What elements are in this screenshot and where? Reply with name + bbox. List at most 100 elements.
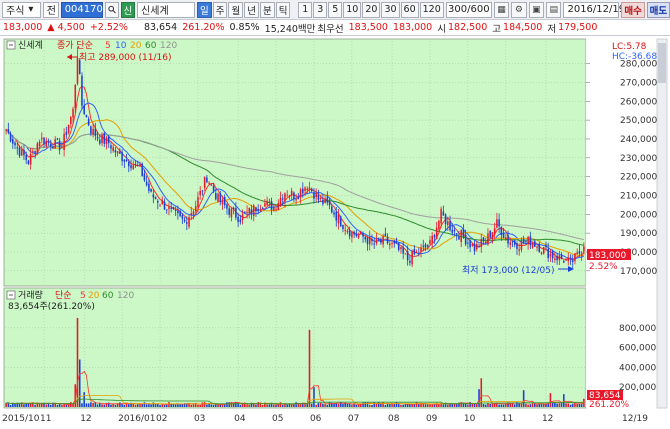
- price-tick-label: 230,000: [620, 154, 657, 164]
- volume-bar: [536, 404, 538, 407]
- candle-body: [574, 253, 576, 262]
- volume-bar: [18, 403, 21, 407]
- candle-body: [404, 253, 407, 255]
- volume-bar: [293, 404, 295, 407]
- volume-bar: [313, 387, 315, 407]
- volume-bar: [357, 404, 360, 407]
- period-tab-4[interactable]: 분: [259, 1, 275, 18]
- interval-button-20[interactable]: 20: [362, 1, 381, 18]
- interval-button-120[interactable]: 120: [419, 1, 444, 18]
- candle-body: [471, 244, 474, 246]
- price-panel[interactable]: [3, 38, 587, 287]
- candle-body: [310, 188, 313, 192]
- volume-bar: [181, 404, 184, 407]
- volume-bar: [571, 403, 574, 407]
- candle-body: [563, 261, 565, 263]
- stock-name-field[interactable]: 신세계: [137, 1, 195, 18]
- legend-ma60: 60: [145, 41, 157, 51]
- volume-bar: [476, 403, 478, 407]
- candle-body: [85, 115, 88, 117]
- search-button[interactable]: [104, 1, 119, 18]
- interval-button-5[interactable]: 5: [328, 1, 343, 18]
- volume-bar: [114, 404, 117, 407]
- candle-body: [232, 207, 235, 210]
- scope-select[interactable]: 전: [42, 1, 59, 18]
- lc-indicator: LC:5.78: [612, 42, 647, 52]
- high-note: 최고 289,000 (11/16): [79, 52, 171, 63]
- legend-ma5: 5: [105, 41, 111, 51]
- candle-body: [136, 164, 139, 166]
- candle-body: [569, 257, 572, 259]
- candle-body: [511, 241, 514, 243]
- candle-body: [498, 219, 500, 227]
- candle-body: [400, 247, 402, 249]
- candle-body: [505, 237, 507, 240]
- price-tick-label: 190,000: [620, 229, 657, 239]
- candle-body: [190, 213, 193, 216]
- candle-body: [110, 145, 112, 149]
- period-tab-0[interactable]: 일: [196, 1, 212, 18]
- low-label: 저: [547, 23, 557, 35]
- stock-chart[interactable]: 170,000180,000190,000200,000210,000220,0…: [0, 37, 670, 429]
- chart-area[interactable]: 170,000 180,000 190,000 200,000 210,000 220,0…: [0, 37, 670, 429]
- volume-bar: [565, 403, 567, 407]
- candle-body: [522, 239, 525, 244]
- candle-body: [462, 228, 465, 237]
- high-price: 184,500: [503, 22, 543, 33]
- volume-bar: [275, 404, 277, 407]
- candle-body: [520, 240, 523, 250]
- interval-button-60[interactable]: 60: [400, 1, 419, 18]
- hc-indicator: HC:-36.68: [612, 52, 657, 62]
- interval-button-30[interactable]: 30: [381, 1, 400, 18]
- scrollbar-thumb[interactable]: [658, 43, 666, 83]
- volume-bar: [447, 404, 449, 407]
- calendar-icon[interactable]: ▤: [546, 1, 562, 18]
- candle-body: [183, 219, 186, 222]
- period-tab-5[interactable]: 틱: [275, 1, 291, 18]
- volume-bar: [203, 402, 206, 407]
- interval-button-3[interactable]: 3: [313, 1, 328, 18]
- settings-icon[interactable]: ⚙: [511, 1, 527, 18]
- candle-body: [295, 199, 297, 201]
- candle-body: [360, 231, 362, 235]
- interval-button-10[interactable]: 10: [343, 1, 362, 18]
- save-icon[interactable]: ▣: [528, 1, 545, 18]
- low-note: 최저 173,000 (12/05): [462, 265, 554, 276]
- period-tab-3[interactable]: 년: [244, 1, 259, 18]
- candle-body: [159, 204, 161, 206]
- candle-body: [455, 233, 458, 235]
- grid-icon[interactable]: ▦: [493, 1, 510, 18]
- volume-bar: [70, 402, 72, 407]
- vertical-scrollbar[interactable]: [656, 38, 668, 409]
- market-select[interactable]: 주식 ▾: [2, 1, 41, 18]
- volume-bar: [157, 403, 159, 407]
- bar-count-field[interactable]: 300/600: [445, 1, 492, 18]
- candle-body: [244, 211, 246, 213]
- candle-body: [351, 232, 353, 238]
- volume-bar: [520, 403, 523, 407]
- mode-button[interactable]: 신: [120, 1, 136, 18]
- volume-bar: [471, 403, 474, 407]
- stock-code-input[interactable]: 004170: [60, 1, 103, 18]
- market-select-label: 주식: [6, 6, 25, 17]
- candle-body: [168, 206, 170, 209]
- buy-button[interactable]: 매수: [621, 1, 645, 18]
- candle-body: [290, 190, 293, 195]
- candle-body: [119, 151, 121, 154]
- period-tab-2[interactable]: 월: [228, 1, 244, 18]
- candle-body: [145, 181, 148, 185]
- period-tab-1[interactable]: 주: [212, 1, 228, 18]
- interval-button-1[interactable]: 1: [298, 1, 313, 18]
- volume-bar: [49, 404, 52, 407]
- best-quote-label: 최우선: [317, 23, 344, 35]
- candle-body: [293, 192, 295, 199]
- candle-body: [560, 255, 563, 259]
- time-tick-label: 08: [388, 414, 400, 424]
- ask-price: 183,500: [348, 22, 388, 33]
- candle-body: [538, 243, 541, 252]
- sell-button[interactable]: 매도: [646, 1, 670, 18]
- date-field[interactable]: 2016/12/19: [563, 1, 625, 18]
- volume-bar: [145, 404, 148, 407]
- candle-body: [41, 137, 43, 140]
- price-tick-label: 170,000: [620, 267, 657, 277]
